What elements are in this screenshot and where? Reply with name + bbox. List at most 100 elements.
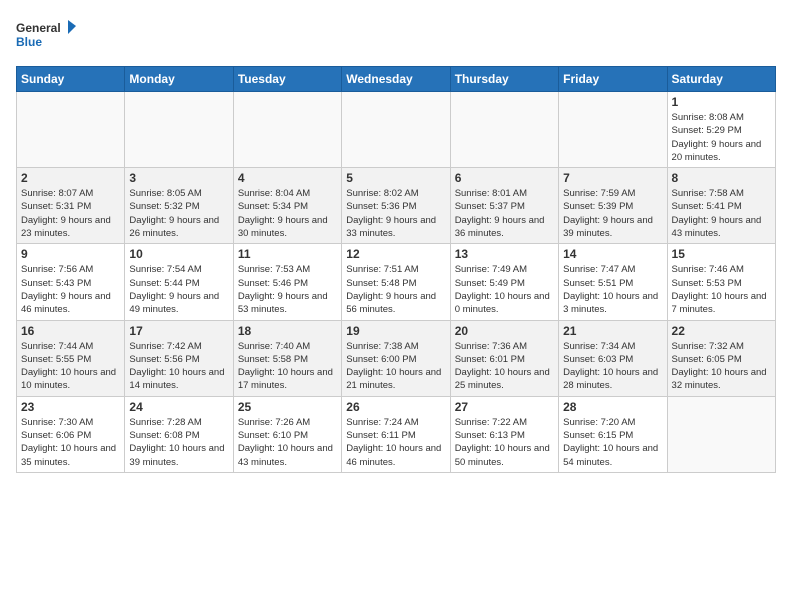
calendar-cell: 4 Sunrise: 8:04 AM Sunset: 5:34 PM Daylig… [233,168,341,244]
day-info: Sunrise: 7:28 AM Sunset: 6:08 PM Dayligh… [129,416,228,469]
calendar-cell: 2 Sunrise: 8:07 AM Sunset: 5:31 PM Daylig… [17,168,125,244]
weekday-header-row: SundayMondayTuesdayWednesdayThursdayFrid… [17,67,776,92]
calendar-cell: 19 Sunrise: 7:38 AM Sunset: 6:00 PM Dayli… [342,320,450,396]
day-number: 27 [455,400,554,414]
day-number: 18 [238,324,337,338]
calendar-cell: 20 Sunrise: 7:36 AM Sunset: 6:01 PM Dayli… [450,320,558,396]
day-info: Sunrise: 8:04 AM Sunset: 5:34 PM Dayligh… [238,187,337,240]
calendar-cell [17,92,125,168]
calendar-table: SundayMondayTuesdayWednesdayThursdayFrid… [16,66,776,473]
calendar-cell [450,92,558,168]
calendar-cell [559,92,667,168]
day-number: 28 [563,400,662,414]
day-number: 1 [672,95,771,109]
weekday-header-saturday: Saturday [667,67,775,92]
day-info: Sunrise: 7:56 AM Sunset: 5:43 PM Dayligh… [21,263,120,316]
calendar-week-row: 9 Sunrise: 7:56 AM Sunset: 5:43 PM Daylig… [17,244,776,320]
day-info: Sunrise: 7:32 AM Sunset: 6:05 PM Dayligh… [672,340,771,393]
day-number: 23 [21,400,120,414]
day-info: Sunrise: 7:53 AM Sunset: 5:46 PM Dayligh… [238,263,337,316]
calendar-cell: 11 Sunrise: 7:53 AM Sunset: 5:46 PM Dayli… [233,244,341,320]
day-info: Sunrise: 7:58 AM Sunset: 5:41 PM Dayligh… [672,187,771,240]
weekday-header-tuesday: Tuesday [233,67,341,92]
calendar-cell: 8 Sunrise: 7:58 AM Sunset: 5:41 PM Daylig… [667,168,775,244]
calendar-cell: 15 Sunrise: 7:46 AM Sunset: 5:53 PM Dayli… [667,244,775,320]
svg-text:Blue: Blue [16,35,42,49]
calendar-cell: 24 Sunrise: 7:28 AM Sunset: 6:08 PM Dayli… [125,396,233,472]
day-number: 24 [129,400,228,414]
calendar-week-row: 23 Sunrise: 7:30 AM Sunset: 6:06 PM Dayli… [17,396,776,472]
calendar-cell: 14 Sunrise: 7:47 AM Sunset: 5:51 PM Dayli… [559,244,667,320]
day-number: 6 [455,171,554,185]
day-info: Sunrise: 8:08 AM Sunset: 5:29 PM Dayligh… [672,111,771,164]
day-number: 15 [672,247,771,261]
day-info: Sunrise: 8:02 AM Sunset: 5:36 PM Dayligh… [346,187,445,240]
day-number: 20 [455,324,554,338]
day-number: 17 [129,324,228,338]
day-number: 2 [21,171,120,185]
weekday-header-thursday: Thursday [450,67,558,92]
day-number: 7 [563,171,662,185]
day-number: 21 [563,324,662,338]
calendar-cell: 12 Sunrise: 7:51 AM Sunset: 5:48 PM Dayli… [342,244,450,320]
calendar-week-row: 2 Sunrise: 8:07 AM Sunset: 5:31 PM Daylig… [17,168,776,244]
day-number: 26 [346,400,445,414]
logo: General Blue [16,16,76,56]
calendar-cell [233,92,341,168]
day-info: Sunrise: 7:36 AM Sunset: 6:01 PM Dayligh… [455,340,554,393]
day-info: Sunrise: 7:44 AM Sunset: 5:55 PM Dayligh… [21,340,120,393]
weekday-header-friday: Friday [559,67,667,92]
day-number: 4 [238,171,337,185]
calendar-cell [342,92,450,168]
day-info: Sunrise: 7:30 AM Sunset: 6:06 PM Dayligh… [21,416,120,469]
calendar-cell: 13Sunrise: 7:49 AM Sunset: 5:49 PM Dayli… [450,244,558,320]
weekday-header-sunday: Sunday [17,67,125,92]
day-number: 9 [21,247,120,261]
calendar-cell: 21 Sunrise: 7:34 AM Sunset: 6:03 PM Dayli… [559,320,667,396]
calendar-cell: 9 Sunrise: 7:56 AM Sunset: 5:43 PM Daylig… [17,244,125,320]
calendar-cell: 18 Sunrise: 7:40 AM Sunset: 5:58 PM Dayli… [233,320,341,396]
day-number: 16 [21,324,120,338]
day-info: Sunrise: 7:54 AM Sunset: 5:44 PM Dayligh… [129,263,228,316]
day-info: Sunrise: 7:24 AM Sunset: 6:11 PM Dayligh… [346,416,445,469]
day-number: 5 [346,171,445,185]
day-info: Sunrise: 7:59 AM Sunset: 5:39 PM Dayligh… [563,187,662,240]
calendar-cell: 3Sunrise: 8:05 AM Sunset: 5:32 PM Daylig… [125,168,233,244]
day-info: Sunrise: 7:20 AM Sunset: 6:15 PM Dayligh… [563,416,662,469]
day-info: Sunrise: 7:47 AM Sunset: 5:51 PM Dayligh… [563,263,662,316]
day-number: 12 [346,247,445,261]
day-number: 14 [563,247,662,261]
day-info: Sunrise: 7:51 AM Sunset: 5:48 PM Dayligh… [346,263,445,316]
day-info: Sunrise: 7:22 AM Sunset: 6:13 PM Dayligh… [455,416,554,469]
day-info: Sunrise: 8:07 AM Sunset: 5:31 PM Dayligh… [21,187,120,240]
calendar-cell: 23 Sunrise: 7:30 AM Sunset: 6:06 PM Dayli… [17,396,125,472]
day-number: 19 [346,324,445,338]
calendar-cell: 25 Sunrise: 7:26 AM Sunset: 6:10 PM Dayli… [233,396,341,472]
calendar-cell: 26 Sunrise: 7:24 AM Sunset: 6:11 PM Dayli… [342,396,450,472]
calendar-cell [125,92,233,168]
day-number: 10 [129,247,228,261]
day-number: 3 [129,171,228,185]
day-number: 22 [672,324,771,338]
day-info: Sunrise: 7:40 AM Sunset: 5:58 PM Dayligh… [238,340,337,393]
calendar-cell: 1 Sunrise: 8:08 AM Sunset: 5:29 PM Daylig… [667,92,775,168]
day-number: 13 [455,247,554,261]
weekday-header-monday: Monday [125,67,233,92]
day-number: 25 [238,400,337,414]
day-info: Sunrise: 7:46 AM Sunset: 5:53 PM Dayligh… [672,263,771,316]
day-number: 8 [672,171,771,185]
calendar-cell: 17Sunrise: 7:42 AM Sunset: 5:56 PM Dayli… [125,320,233,396]
day-info: Sunrise: 7:38 AM Sunset: 6:00 PM Dayligh… [346,340,445,393]
day-info: Sunrise: 8:01 AM Sunset: 5:37 PM Dayligh… [455,187,554,240]
logo-svg: General Blue [16,16,76,56]
day-info: Sunrise: 7:34 AM Sunset: 6:03 PM Dayligh… [563,340,662,393]
calendar-cell: 7 Sunrise: 7:59 AM Sunset: 5:39 PM Daylig… [559,168,667,244]
calendar-cell: 22 Sunrise: 7:32 AM Sunset: 6:05 PM Dayli… [667,320,775,396]
calendar-cell [667,396,775,472]
day-info: Sunrise: 7:26 AM Sunset: 6:10 PM Dayligh… [238,416,337,469]
page-header: General Blue [16,16,776,56]
day-number: 11 [238,247,337,261]
calendar-cell: 16 Sunrise: 7:44 AM Sunset: 5:55 PM Dayli… [17,320,125,396]
weekday-header-wednesday: Wednesday [342,67,450,92]
calendar-week-row: 16 Sunrise: 7:44 AM Sunset: 5:55 PM Dayli… [17,320,776,396]
